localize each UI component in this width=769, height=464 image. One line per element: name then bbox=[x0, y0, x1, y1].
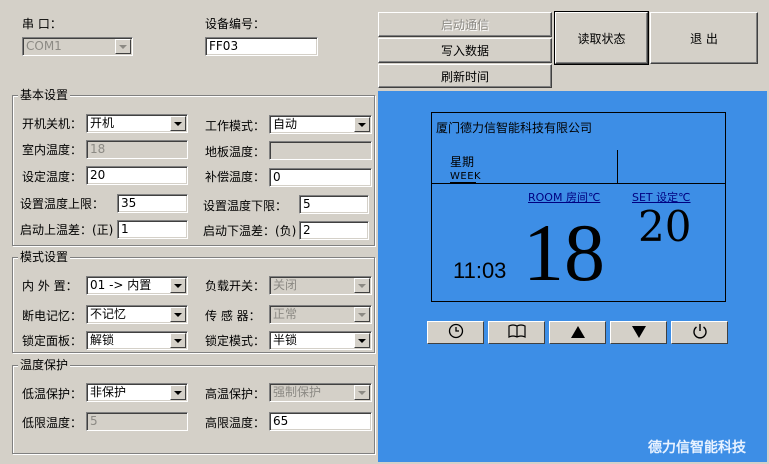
chevron-down-icon bbox=[354, 278, 370, 293]
high-limit-temp-input[interactable]: 65 bbox=[269, 412, 372, 431]
week-en-label: WEEK bbox=[450, 171, 482, 182]
start-up-diff-label: 启动上温差：(正) bbox=[20, 223, 114, 237]
high-protect-value: 强制保护 bbox=[273, 385, 322, 399]
power-value: 开机 bbox=[90, 116, 115, 130]
sensor-label: 传 感 器： bbox=[205, 309, 261, 323]
low-protect-label: 低温保护： bbox=[22, 387, 83, 401]
up-button[interactable] bbox=[549, 321, 606, 344]
chevron-down-icon bbox=[170, 307, 186, 322]
clock-button[interactable] bbox=[427, 321, 484, 344]
inout-select[interactable]: 01 -> 内置 bbox=[86, 276, 188, 295]
temp-protect-title: 温度保护 bbox=[18, 358, 71, 372]
memory-select[interactable]: 不记忆 bbox=[86, 305, 188, 324]
chevron-down-icon bbox=[170, 278, 186, 293]
arrow-up-icon bbox=[570, 324, 585, 342]
port-value: COM1 bbox=[26, 39, 62, 53]
lower-limit-label: 设置温度下限： bbox=[203, 199, 288, 213]
load-switch-value: 关闭 bbox=[273, 278, 298, 292]
room-temp-display: 18 bbox=[523, 207, 605, 298]
inout-value: 01 -> 内置 bbox=[90, 278, 152, 292]
upper-limit-input[interactable]: 35 bbox=[117, 194, 188, 213]
week-cn-label: 星期 bbox=[450, 155, 475, 169]
start-down-diff-label: 启动下温差：(负) bbox=[203, 224, 297, 238]
lock-panel-value: 解锁 bbox=[90, 333, 115, 347]
port-label: 串 口： bbox=[22, 17, 62, 31]
low-protect-select[interactable]: 非保护 bbox=[86, 383, 188, 402]
device-id-input[interactable]: FF03 bbox=[205, 37, 318, 56]
lock-mode-label: 锁定模式： bbox=[205, 334, 266, 348]
high-limit-temp-label: 高限温度： bbox=[205, 416, 266, 430]
start-up-diff-input[interactable]: 1 bbox=[117, 220, 188, 239]
lock-mode-select[interactable]: 半锁 bbox=[269, 331, 372, 350]
comp-temp-label: 补偿温度： bbox=[205, 170, 266, 184]
high-protect-select: 强制保护 bbox=[269, 383, 372, 402]
indoor-temp-label: 室内温度： bbox=[22, 143, 83, 157]
inout-label: 内 外 置： bbox=[22, 279, 78, 293]
power-icon bbox=[692, 323, 708, 343]
high-protect-label: 高温保护： bbox=[205, 387, 266, 401]
lock-panel-select[interactable]: 解锁 bbox=[86, 331, 188, 350]
power-select[interactable]: 开机 bbox=[86, 114, 188, 133]
start-comm-button[interactable]: 启动通信 bbox=[378, 12, 552, 37]
lcd-vertical-divider bbox=[617, 150, 618, 183]
arrow-down-icon bbox=[631, 324, 646, 342]
low-limit-temp-field: 5 bbox=[86, 412, 188, 431]
chevron-down-icon bbox=[170, 116, 186, 131]
chevron-down-icon bbox=[354, 307, 370, 322]
lower-limit-input[interactable]: 5 bbox=[299, 195, 369, 214]
floor-temp-label: 地板温度： bbox=[205, 145, 266, 159]
port-select[interactable]: COM1 bbox=[22, 37, 133, 56]
low-protect-value: 非保护 bbox=[90, 385, 127, 399]
refresh-time-button[interactable]: 刷新时间 bbox=[378, 64, 552, 88]
load-switch-label: 负载开关： bbox=[205, 279, 266, 293]
brand-watermark: 德力信智能科技 bbox=[648, 440, 746, 456]
power-label: 开机关机： bbox=[22, 117, 83, 131]
chevron-down-icon bbox=[115, 39, 131, 54]
chevron-down-icon bbox=[354, 333, 370, 348]
exit-button[interactable]: 退 出 bbox=[650, 12, 758, 64]
set-temp-label: 设定温度： bbox=[22, 170, 83, 184]
clock-icon bbox=[448, 323, 464, 343]
start-down-diff-input[interactable]: 2 bbox=[299, 221, 369, 240]
device-id-label: 设备编号： bbox=[205, 17, 266, 31]
set-temp-input[interactable]: 20 bbox=[86, 166, 188, 185]
mode-settings-title: 模式设置 bbox=[18, 250, 71, 264]
comp-temp-input[interactable]: 0 bbox=[269, 168, 372, 187]
chevron-down-icon bbox=[354, 385, 370, 400]
basic-settings-title: 基本设置 bbox=[18, 88, 71, 102]
work-mode-select[interactable]: 自动 bbox=[269, 115, 372, 134]
book-icon bbox=[507, 323, 526, 342]
chevron-down-icon bbox=[354, 117, 370, 132]
low-limit-temp-label: 低限温度： bbox=[22, 416, 83, 430]
memory-value: 不记忆 bbox=[90, 307, 127, 321]
chevron-down-icon bbox=[170, 333, 186, 348]
temp-protect-group bbox=[12, 365, 375, 454]
indoor-temp-field: 18 bbox=[86, 140, 188, 159]
down-button[interactable] bbox=[610, 321, 667, 344]
memory-label: 断电记忆： bbox=[22, 309, 83, 323]
room-temp-label: ROOM 房间℃ bbox=[528, 191, 601, 204]
time-display: 11:03 bbox=[453, 258, 507, 283]
work-mode-value: 自动 bbox=[273, 117, 298, 131]
floor-temp-field bbox=[269, 141, 372, 160]
work-mode-label: 工作模式： bbox=[205, 119, 266, 133]
power-button[interactable] bbox=[671, 321, 728, 344]
chevron-down-icon bbox=[170, 385, 186, 400]
lcd-divider bbox=[432, 183, 725, 184]
sensor-value: 正常 bbox=[273, 307, 298, 321]
lock-panel-label: 锁定面板： bbox=[22, 334, 83, 348]
set-temp-display: 20 bbox=[638, 202, 692, 251]
upper-limit-label: 设置温度上限： bbox=[20, 197, 105, 211]
load-switch-select: 关闭 bbox=[269, 276, 372, 295]
company-name: 厦门德力信智能科技有限公司 bbox=[436, 121, 593, 135]
lock-mode-value: 半锁 bbox=[273, 333, 298, 347]
write-data-button[interactable]: 写入数据 bbox=[378, 38, 552, 63]
sensor-select: 正常 bbox=[269, 305, 372, 324]
read-status-button[interactable]: 读取状态 bbox=[554, 11, 649, 65]
menu-button[interactable] bbox=[488, 321, 545, 344]
